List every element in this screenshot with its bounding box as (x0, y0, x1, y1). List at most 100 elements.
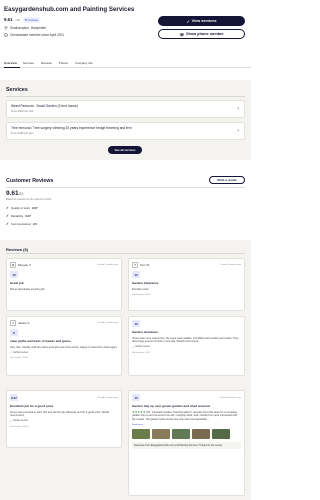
overall-rating: 9.61/10 (6, 190, 23, 197)
shield-check-icon: ✓ (132, 346, 134, 349)
criterion-label: Quality of work (10, 206, 30, 210)
check-icon: ✓ (186, 19, 190, 24)
tab-overview[interactable]: Overview (4, 60, 20, 68)
view-services-label: View services (191, 19, 217, 23)
review-card: 10 Garden clearance Simon was more respo… (128, 316, 245, 376)
overall-rating-value: 9.61 (6, 190, 19, 197)
criterion-quality: ✓ Quality of work 9.67 (6, 206, 38, 210)
avatar: T (132, 262, 138, 268)
review-photo[interactable] (152, 429, 170, 440)
service-item[interactable]: Weed Removal - Small Garden (3 bed house… (6, 100, 245, 118)
divider (6, 187, 245, 188)
service-name: Tree removal / Tree surgery climbing 20 … (11, 126, 132, 130)
review-title: Excellent job for a good price (10, 404, 54, 408)
tab-reviews[interactable]: Reviews (41, 60, 56, 68)
review-date: Posted 2 months ago (97, 264, 118, 266)
based-on-text: Based on reviews from the past 12 months (6, 198, 52, 201)
review-date: Posted 3 months ago (97, 322, 118, 324)
business-response: Response from Easygardenshub.com and Pai… (132, 442, 241, 450)
review-body: Simon was more responsive, the team were… (132, 337, 239, 344)
job-location: Job location: SO16 (10, 357, 29, 360)
review-photo[interactable] (172, 429, 190, 440)
service-price: From £180 per item (11, 131, 34, 135)
business-title: Easygardenshub.com and Painting Services (4, 6, 135, 13)
verified-badge: ✓ Verified review (10, 351, 118, 355)
read-more-link[interactable]: Read more (132, 424, 241, 426)
phone-icon: ☏ (179, 32, 185, 37)
review-body: ★★★★★ 5/5 - Fantastic Garden Transformat… (132, 410, 241, 421)
review-photo[interactable] (212, 429, 230, 440)
overall-rating-den: /10 (18, 192, 24, 196)
avatar: M (10, 262, 16, 268)
review-body: Simon was punctual to start with and did… (10, 411, 109, 418)
view-services-button[interactable]: ✓ View services (158, 16, 245, 26)
job-location: Job location: SO17 (132, 351, 151, 354)
review-body: Did an absolutely amazing job (10, 288, 45, 291)
review-card: M Morgan X Posted 2 months ago 10 Great … (6, 258, 122, 311)
write-review-button[interactable]: Write a review (209, 176, 245, 184)
check-icon: ✓ (6, 214, 9, 218)
verified-text: Verified review (12, 420, 28, 423)
review-title: Garden Clearance (132, 281, 159, 285)
criterion-value: 9.5 (32, 222, 37, 226)
criterion-reliability: ✓ Reliability 9.67 (6, 214, 31, 218)
check-icon: ✓ (6, 206, 9, 210)
check-badge-icon (4, 32, 8, 37)
review-card: T Tom W Posted 2 months ago 10 Garden Cl… (128, 258, 245, 311)
job-location: Job location: SO15 (132, 294, 151, 297)
review-score: 10 (132, 394, 140, 401)
review-title: clear paths and beds of weeds and grass. (10, 339, 72, 343)
services-title: Services (6, 87, 28, 93)
verified-text: Verified review (12, 351, 28, 354)
review-date: Posted 6 months ago (97, 396, 118, 399)
review-date: Posted 6 months ago (220, 396, 241, 399)
reviews-heading: Reviews (6) (6, 247, 29, 252)
review-header: M Morgan X Posted 2 months ago (10, 262, 118, 268)
review-header: 10 Posted 6 months ago (132, 394, 241, 401)
service-item[interactable]: Tree removal / Tree surgery climbing 20 … (6, 122, 245, 140)
review-header: J Jackie S Posted 3 months ago (10, 320, 118, 326)
review-photo[interactable] (132, 429, 150, 440)
show-phone-button[interactable]: ☏ Show phone number (158, 29, 245, 39)
review-photos (132, 429, 241, 440)
profile-tabs: Overview Services Reviews Photos Company… (0, 60, 251, 68)
review-score: 10 (10, 271, 18, 278)
review-score: 10 (132, 320, 140, 327)
shield-check-icon: ✓ (10, 352, 12, 355)
review-header: 9.67 Posted 6 months ago (10, 394, 118, 401)
review-title: Garden tidy up over grown garden and she… (132, 404, 210, 408)
review-score: 8 (10, 329, 18, 336)
reviews-section: Reviews (6) M Morgan X Posted 2 months a… (0, 240, 251, 500)
criterion-communication: ✓ Communication 9.5 (6, 222, 37, 226)
chevron-right-icon: › (237, 128, 239, 134)
show-phone-label: Show phone number (186, 32, 224, 36)
review-body-text: 5/5 - Fantastic Garden Transformation! I… (132, 411, 238, 421)
verified-badge: ✓ Verified review (10, 420, 118, 423)
reviewer-name: Jackie S (18, 321, 30, 325)
verified-text: Verified review (134, 346, 150, 349)
review-title: Great job (10, 281, 24, 285)
business-profile-page: Easygardenshub.com and Painting Services… (0, 0, 251, 500)
rating-denominator: /10 (15, 17, 20, 22)
criterion-label: Communication (10, 222, 31, 226)
service-price: From £100 per visit (11, 109, 34, 113)
divider (6, 253, 245, 254)
criterion-label: Reliability (10, 214, 24, 218)
services-section: Services Weed Removal - Small Garden (3 … (0, 80, 251, 160)
rating-value: 9.61 (4, 17, 13, 22)
tab-company-info[interactable]: Company info (75, 60, 97, 68)
tab-services[interactable]: Services (23, 60, 38, 68)
avatar: J (10, 320, 16, 326)
tab-photos[interactable]: Photos (59, 60, 72, 68)
review-photo[interactable] (192, 429, 210, 440)
criterion-value: 9.67 (25, 214, 31, 218)
service-name: Weed Removal - Small Garden (3 bed house… (11, 104, 78, 108)
verified-badge: ✓ Verified review (132, 346, 241, 349)
location-pin-icon (4, 25, 8, 30)
location-text: Southampton, Hampshire (10, 25, 47, 30)
review-body: Very nice, friendly staff who did a good… (10, 346, 118, 349)
see-all-services-button[interactable]: See all services (108, 146, 142, 154)
chevron-right-icon: › (237, 106, 239, 112)
customer-reviews-title: Customer Reviews (6, 178, 54, 184)
reviews-count-link[interactable]: 87 reviews (22, 16, 41, 23)
